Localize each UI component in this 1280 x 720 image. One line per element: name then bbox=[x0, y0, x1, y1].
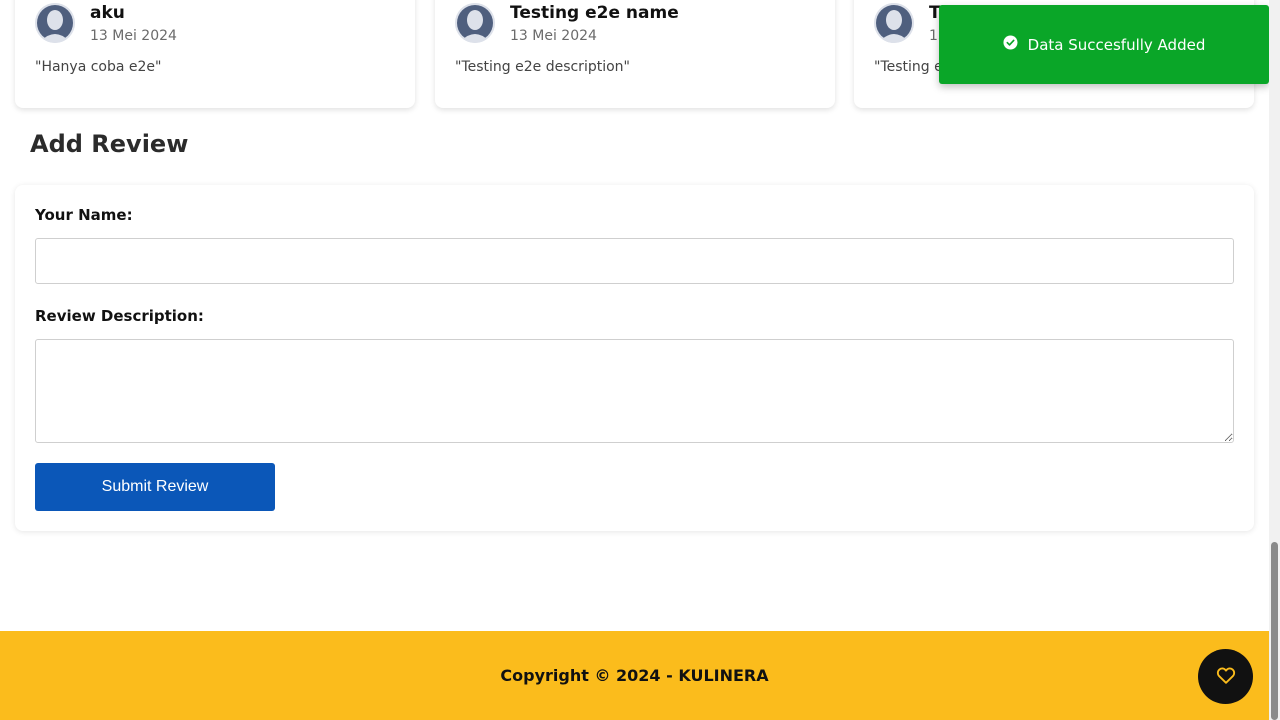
submit-review-button[interactable]: Submit Review bbox=[35, 463, 275, 511]
add-review-title: Add Review bbox=[30, 130, 189, 158]
review-date: 13 Mei 2024 bbox=[510, 28, 597, 44]
copyright-text: Copyright © 2024 - KULINERA bbox=[500, 666, 769, 685]
footer: Copyright © 2024 - KULINERA bbox=[0, 631, 1269, 720]
page: aku 13 Mei 2024 "Hanya coba e2e" Testing… bbox=[0, 0, 1269, 720]
reviewer-name: aku bbox=[90, 3, 125, 23]
review-text: "Hanya coba e2e" bbox=[35, 59, 162, 75]
review-card: Testing e2e name 13 Mei 2024 "Testing e2… bbox=[435, 0, 835, 108]
heart-icon bbox=[1215, 664, 1237, 690]
avatar-icon bbox=[35, 3, 75, 43]
description-label: Review Description: bbox=[35, 307, 204, 325]
review-text: "Testing e bbox=[874, 59, 943, 75]
avatar-icon bbox=[455, 3, 495, 43]
review-date: 13 Mei 2024 bbox=[90, 28, 177, 44]
check-circle-icon bbox=[1003, 35, 1018, 54]
toast-message: Data Succesfully Added bbox=[1027, 35, 1206, 54]
reviewer-name: Testing e2e name bbox=[510, 3, 679, 23]
name-input[interactable] bbox=[35, 238, 1234, 284]
avatar-icon bbox=[874, 3, 914, 43]
favorite-button[interactable] bbox=[1198, 649, 1253, 704]
review-text: "Testing e2e description" bbox=[455, 59, 630, 75]
name-label: Your Name: bbox=[35, 206, 133, 224]
add-review-form: Your Name: Review Description: Submit Re… bbox=[15, 185, 1254, 531]
description-textarea[interactable] bbox=[35, 339, 1234, 443]
scrollbar[interactable] bbox=[1269, 0, 1280, 720]
review-card: aku 13 Mei 2024 "Hanya coba e2e" bbox=[15, 0, 415, 108]
scrollbar-thumb[interactable] bbox=[1271, 542, 1278, 720]
success-toast[interactable]: Data Succesfully Added bbox=[939, 5, 1269, 84]
